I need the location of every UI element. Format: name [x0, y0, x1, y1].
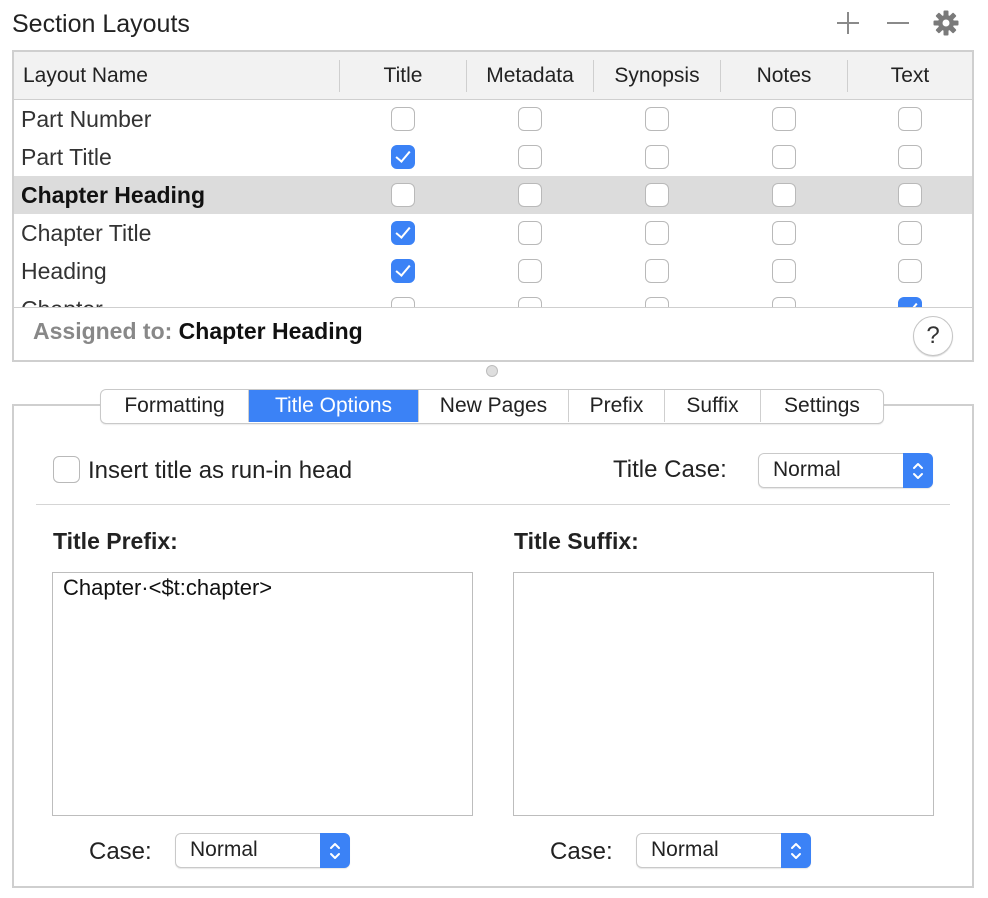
- title-case-label: Title Case:: [613, 456, 727, 483]
- metadata-checkbox[interactable]: [518, 183, 542, 207]
- notes-checkbox[interactable]: [772, 259, 796, 283]
- suffix-case-select[interactable]: Normal: [636, 833, 811, 868]
- column-header-title[interactable]: Title: [340, 52, 466, 100]
- table-row[interactable]: Heading: [14, 252, 972, 290]
- tab-bar: Formatting Title Options New Pages Prefi…: [100, 389, 884, 424]
- assigned-to-label: Assigned to:: [33, 318, 173, 344]
- metadata-checkbox[interactable]: [518, 145, 542, 169]
- synopsis-checkbox[interactable]: [645, 221, 669, 245]
- assigned-to: Assigned to: Chapter Heading: [33, 318, 363, 345]
- title-suffix-field[interactable]: [513, 572, 934, 816]
- tab-new-pages[interactable]: New Pages: [419, 390, 569, 422]
- prefix-case-label: Case:: [89, 838, 152, 865]
- table-body: Part Number Part Title Chapter Heading Chap…: [14, 100, 972, 307]
- synopsis-checkbox[interactable]: [645, 259, 669, 283]
- prefix-case-select[interactable]: Normal: [175, 833, 350, 868]
- title-checkbox[interactable]: [391, 145, 415, 169]
- text-checkbox[interactable]: [898, 183, 922, 207]
- table-header: Layout Name Title Metadata Synopsis Note…: [14, 52, 972, 100]
- synopsis-checkbox[interactable]: [645, 107, 669, 131]
- layout-name-cell: Chapter: [21, 290, 103, 308]
- column-header-metadata[interactable]: Metadata: [467, 52, 593, 100]
- settings-button[interactable]: [929, 6, 963, 40]
- title-case-select[interactable]: Normal: [758, 453, 933, 488]
- synopsis-checkbox[interactable]: [645, 183, 669, 207]
- notes-checkbox[interactable]: [772, 297, 796, 307]
- notes-checkbox[interactable]: [772, 221, 796, 245]
- title-checkbox[interactable]: [391, 183, 415, 207]
- synopsis-checkbox[interactable]: [645, 145, 669, 169]
- layout-name-cell: Chapter Heading: [21, 181, 206, 208]
- gear-icon: [933, 10, 959, 36]
- layout-name-cell: Part Number: [21, 105, 152, 132]
- title-suffix-label: Title Suffix:: [514, 528, 639, 554]
- metadata-checkbox[interactable]: [518, 221, 542, 245]
- remove-layout-button[interactable]: [881, 6, 915, 40]
- add-layout-button[interactable]: [831, 6, 865, 40]
- layout-name-cell: Part Title: [21, 143, 112, 170]
- updown-chevron-icon: [320, 833, 350, 868]
- text-checkbox[interactable]: [898, 259, 922, 283]
- column-header-synopsis[interactable]: Synopsis: [594, 52, 720, 100]
- updown-chevron-icon: [903, 453, 933, 488]
- title-checkbox[interactable]: [391, 297, 415, 307]
- title-checkbox[interactable]: [391, 221, 415, 245]
- metadata-checkbox[interactable]: [518, 107, 542, 131]
- suffix-case-label: Case:: [550, 838, 613, 865]
- title-prefix-field[interactable]: Chapter·<$t:chapter>: [52, 572, 473, 816]
- layout-name-cell: Heading: [21, 257, 107, 284]
- column-header-text[interactable]: Text: [848, 52, 972, 100]
- minus-icon: [887, 22, 909, 24]
- notes-checkbox[interactable]: [772, 107, 796, 131]
- title-checkbox[interactable]: [391, 259, 415, 283]
- title-prefix-text: Chapter·<$t:chapter>: [63, 575, 273, 600]
- tab-settings[interactable]: Settings: [761, 390, 883, 422]
- title-prefix-label: Title Prefix:: [53, 528, 178, 554]
- text-checkbox[interactable]: [898, 297, 922, 307]
- text-checkbox[interactable]: [898, 145, 922, 169]
- tab-title-options[interactable]: Title Options: [249, 390, 419, 422]
- column-header-layout-name[interactable]: Layout Name: [23, 52, 323, 100]
- section-layouts-title: Section Layouts: [12, 10, 190, 38]
- title-checkbox[interactable]: [391, 107, 415, 131]
- table-row[interactable]: Chapter Heading: [14, 176, 972, 214]
- tab-formatting[interactable]: Formatting: [101, 390, 249, 422]
- assigned-to-value: Chapter Heading: [178, 318, 363, 344]
- metadata-checkbox[interactable]: [518, 259, 542, 283]
- text-checkbox[interactable]: [898, 107, 922, 131]
- suffix-case-value: Normal: [651, 838, 719, 861]
- notes-checkbox[interactable]: [772, 145, 796, 169]
- prefix-case-value: Normal: [190, 838, 258, 861]
- layout-name-cell: Chapter Title: [21, 219, 152, 246]
- split-view-handle[interactable]: [486, 365, 498, 377]
- section-layouts-table: Layout Name Title Metadata Synopsis Note…: [12, 50, 974, 362]
- column-header-notes[interactable]: Notes: [721, 52, 847, 100]
- table-row[interactable]: Part Title: [14, 138, 972, 176]
- help-button[interactable]: ?: [913, 316, 953, 356]
- updown-chevron-icon: [781, 833, 811, 868]
- text-checkbox[interactable]: [898, 221, 922, 245]
- runin-head-checkbox[interactable]: [53, 456, 80, 483]
- synopsis-checkbox[interactable]: [645, 297, 669, 307]
- tab-prefix[interactable]: Prefix: [569, 390, 665, 422]
- tab-suffix[interactable]: Suffix: [665, 390, 761, 422]
- title-case-value: Normal: [773, 458, 841, 481]
- metadata-checkbox[interactable]: [518, 297, 542, 307]
- plus-icon: [837, 12, 859, 34]
- notes-checkbox[interactable]: [772, 183, 796, 207]
- runin-head-label: Insert title as run-in head: [88, 457, 353, 484]
- table-row[interactable]: Part Number: [14, 100, 972, 138]
- table-row[interactable]: Chapter: [14, 290, 972, 307]
- table-row[interactable]: Chapter Title: [14, 214, 972, 252]
